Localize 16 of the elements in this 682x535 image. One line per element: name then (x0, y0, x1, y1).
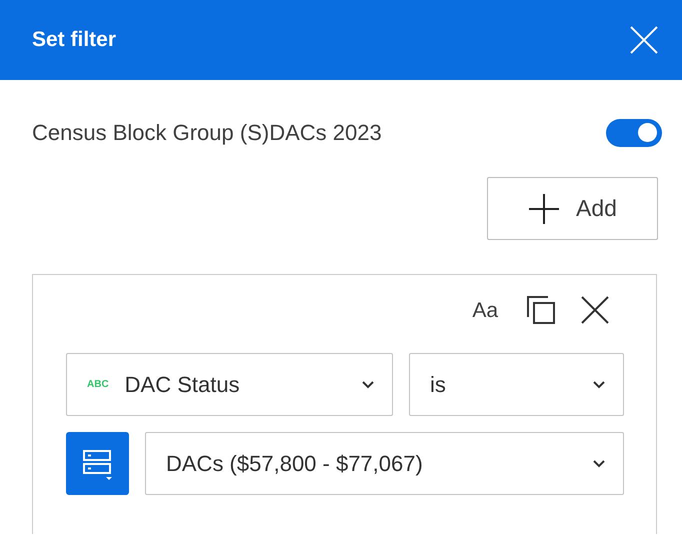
panel-title: Set filter (32, 27, 116, 54)
operator-select[interactable]: is (409, 353, 624, 416)
chevron-down-icon (593, 460, 605, 468)
layer-name: Census Block Group (S)DACs 2023 (32, 119, 382, 147)
value-mode-button[interactable] (66, 432, 129, 495)
chevron-down-icon (593, 380, 605, 388)
field-select[interactable]: ABC DAC Status (66, 353, 393, 416)
close-button[interactable] (628, 24, 660, 56)
copy-button[interactable] (526, 295, 556, 325)
add-button[interactable]: Add (487, 177, 658, 240)
layer-toggle[interactable] (606, 118, 662, 146)
value-select[interactable]: DACs ($57,800 - $77,067) (145, 432, 624, 495)
chevron-down-icon (362, 380, 374, 388)
delete-button[interactable] (580, 295, 610, 325)
plus-icon (528, 192, 560, 224)
case-sensitive-button[interactable]: Aa (472, 300, 498, 320)
